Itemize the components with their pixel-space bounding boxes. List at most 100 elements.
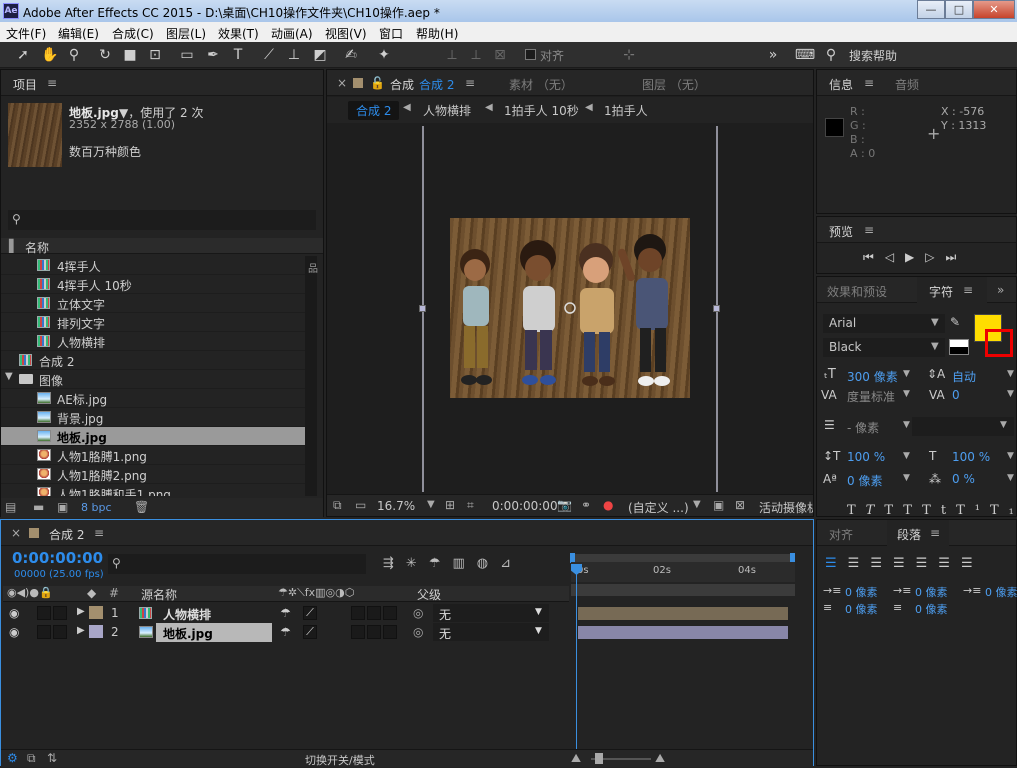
name-column-header[interactable]: 名称 [25,239,49,256]
navigator-bar[interactable] [571,584,795,596]
solo-switch[interactable] [37,625,51,639]
project-list-item[interactable]: 排列文字 [1,313,317,332]
quality-switch[interactable]: ⟋ [303,606,317,620]
chevron-down-icon[interactable]: ▼ [1007,389,1014,399]
camera-select[interactable]: 活动摄像机 [759,499,813,516]
menu-help[interactable]: 帮助(H) [416,25,458,42]
project-list-item[interactable]: 4挥手人 10秒 [1,275,317,294]
space-before-value[interactable]: 0 像素 [845,601,878,617]
project-list-item[interactable]: 背景.jpg [1,408,317,427]
3d-layer-switch[interactable] [383,606,397,620]
roto-brush-tool-icon[interactable]: ✍ [342,46,360,64]
indent-right-value[interactable]: 0 像素 [915,584,948,600]
viewer-timecode[interactable]: 0:00:00:00 [492,499,558,513]
lock-switch[interactable] [53,606,67,620]
chevron-down-icon[interactable]: ▼ [535,626,542,636]
puppet-pin-tool-icon[interactable]: ✦ [375,46,393,64]
tab-layer[interactable]: 图层 （无） [642,76,706,93]
fx-switch[interactable] [351,625,365,639]
chevron-down-icon[interactable]: ▼ [693,499,701,510]
align-center-icon[interactable]: ☰ [848,556,871,571]
menu-animation[interactable]: 动画(A) [271,25,313,42]
align-right-icon[interactable]: ☰ [870,556,893,571]
subscript-icon[interactable]: T₁ [990,503,1017,518]
time-zoom-handle[interactable] [595,753,603,764]
all-caps-icon[interactable]: TT [884,503,922,518]
menu-window[interactable]: 窗口 [379,25,403,42]
project-list-item[interactable]: 人物1胳膊1.png [1,446,317,465]
timeline-timecode[interactable]: 0:00:00:00 [12,549,103,567]
layer-duration-bar[interactable] [577,606,789,621]
chevron-down-icon[interactable]: ▼ [535,607,542,617]
project-list-item[interactable]: 地板.jpg [1,427,317,446]
panel-menu-icon[interactable]: ≡ [930,526,940,540]
next-frame-icon[interactable]: ▷ [925,250,945,264]
comp-flowchart-icon[interactable]: ⇶ [383,556,406,571]
visibility-eye-icon[interactable]: ◉ [9,625,19,639]
indent-left-value[interactable]: 0 像素 [845,584,878,600]
layer-handle-right[interactable] [713,305,720,312]
justify-left-icon[interactable]: ☰ [893,556,916,571]
minimize-button[interactable]: — [917,0,945,19]
panel-menu-icon[interactable]: ≡ [94,526,104,540]
new-folder-icon[interactable]: ▬ [33,500,44,514]
transparency-grid-icon[interactable]: ▣ [713,498,724,512]
space-after-value[interactable]: 0 像素 [915,601,948,617]
font-size-value[interactable]: 300 像素 [847,368,898,385]
last-frame-icon[interactable]: ⏭ [946,250,968,264]
stroke-color-swatch[interactable] [985,329,1013,357]
rectangle-tool-icon[interactable]: ▭ [178,46,196,64]
font-style-select[interactable]: Black ▼ [823,338,945,357]
shy-switch-icon[interactable]: ☂ [280,606,291,620]
chevron-down-icon[interactable]: ▼ [903,451,910,461]
chevron-down-icon[interactable]: ▼ [903,420,910,430]
chevron-down-icon[interactable]: ▼ [903,473,910,483]
menu-effect[interactable]: 效果(T) [218,25,259,42]
frame-blending-icon[interactable]: ▥ [452,556,476,571]
label-column-icon[interactable]: ◆ [87,586,96,600]
fit-icon[interactable]: ⊞ [445,498,455,512]
snapshot-icon[interactable]: 📷 [557,498,572,512]
close-button[interactable]: ✕ [973,0,1015,19]
panel-menu-icon[interactable]: ≡ [47,76,57,90]
chevron-down-icon[interactable]: ▼ [1007,451,1014,461]
fx-switch[interactable] [351,606,365,620]
faux-bold-icon[interactable]: T [847,503,866,518]
overflow-chevron-icon[interactable]: » [764,46,782,64]
shy-icon[interactable]: ☂ [429,556,453,571]
breadcrumb-item-characters[interactable]: 人物横排 [423,102,471,119]
breadcrumb-item-clap[interactable]: 1拍手人 [604,102,648,119]
quality-switch[interactable]: ⟋ [303,625,317,639]
breadcrumb-item-clap10[interactable]: 1拍手人 10秒 [504,102,579,119]
panel-menu-icon[interactable]: ≡ [963,283,973,297]
tab-effects-presets[interactable]: 效果和预设 [827,283,887,300]
layer-duration-bar[interactable] [577,625,789,640]
hand-tool-icon[interactable]: ✋ [41,46,59,64]
motion-blur-switch[interactable] [367,625,381,639]
kerning-value[interactable]: 度量标准 [847,388,895,405]
source-name-header[interactable]: 源名称 [141,586,177,603]
pan-behind-tool-icon[interactable]: ⊡ [146,46,164,64]
zoom-select[interactable]: 16.7% [377,499,415,513]
panel-menu-icon[interactable]: ≡ [864,223,874,237]
layer-label-color[interactable] [89,606,103,619]
justify-center-icon[interactable]: ☰ [916,556,939,571]
in-out-icon[interactable]: ⇅ [47,751,57,765]
lock-icon[interactable]: 🔓 [370,76,385,90]
flowchart-icon[interactable]: 品 [308,260,318,275]
project-list-item[interactable]: ▼ 图像 [1,370,317,389]
bit-depth-button[interactable]: 8 bpc [81,501,112,514]
project-list-item[interactable]: 人物横排 [1,332,317,351]
chevron-down-icon[interactable]: ▼ [5,371,13,382]
project-search-input[interactable]: ⚲ [8,210,316,230]
faux-italic-icon[interactable]: T [866,503,885,518]
project-scrollbar[interactable]: 品 [305,256,318,496]
tsume-value[interactable]: 0 % [952,472,975,486]
align-left-icon[interactable]: ☰ [825,556,848,571]
comp-settings-icon[interactable]: ⚙ [7,751,18,765]
axis-local-icon[interactable]: ⟂ [443,46,461,64]
chevron-down-icon[interactable]: ▼ [427,499,435,510]
stroke-style-select[interactable]: ▼ [912,417,1014,436]
graph-editor-icon[interactable]: ⊿ [500,556,523,571]
comp-tab-name[interactable]: 合成 2 [419,76,454,93]
